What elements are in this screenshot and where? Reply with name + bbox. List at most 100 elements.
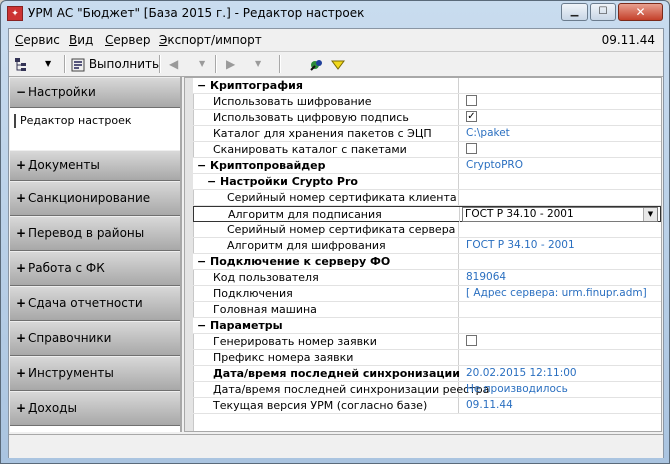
expand-icon: + <box>16 226 27 240</box>
grid-property-row[interactable]: Текущая версия УРМ (согласно базе) 09.11.… <box>193 398 661 414</box>
back-button[interactable]: ◀ <box>169 55 178 73</box>
nav-group-label: Санкционирование <box>28 191 151 205</box>
property-value[interactable] <box>459 350 661 365</box>
property-name: Серийный номер сертификата сервера <box>193 222 459 237</box>
collapse-icon: − <box>16 85 27 99</box>
nav-item-settings-editor[interactable]: Редактор настроек <box>14 114 136 128</box>
grid-property-row[interactable]: Алгоритм для подписания ГОСТ Р 34.10 - 20… <box>193 206 661 222</box>
grid-property-row[interactable]: Дата/время последней синхронизации 20.02.… <box>193 366 661 382</box>
property-name: Сканировать каталог с пакетами <box>193 142 459 157</box>
property-value[interactable]: 20.02.2015 12:11:00 <box>459 366 661 381</box>
title-bar[interactable]: ✦ УРМ АС "Бюджет" [База 2015 г.] - Редак… <box>1 1 669 27</box>
sync-button[interactable] <box>309 55 325 73</box>
nav-group-transfer-districts[interactable]: + Перевод в районы <box>10 216 180 251</box>
close-button[interactable]: ✕ <box>618 3 663 21</box>
menu-export-import[interactable]: Экспорт/импорт <box>159 33 262 47</box>
nav-group-income[interactable]: + Доходы <box>10 391 180 426</box>
nav-group-label: Настройки <box>28 85 96 99</box>
grid-property-row[interactable]: Алгоритм для шифрования ГОСТ Р 34.10 - 20… <box>193 238 661 254</box>
property-checkbox[interactable] <box>466 143 477 154</box>
execute-button[interactable]: Выполнить <box>71 55 159 73</box>
tree-view-button[interactable] <box>14 55 30 73</box>
property-value[interactable] <box>459 302 661 317</box>
navigation-sidebar: − Настройки Редактор настроек + Документы … <box>10 77 182 432</box>
chevron-down-icon[interactable]: ▼ <box>643 208 657 221</box>
property-checkbox[interactable] <box>466 335 477 346</box>
nav-group-documents[interactable]: + Документы <box>10 150 180 181</box>
property-value[interactable]: 09.11.44 <box>459 398 661 413</box>
grid-property-row[interactable]: Подключения [ Адрес сервера: urm.finupr.a… <box>193 286 661 302</box>
grid-property-row[interactable]: Генерировать номер заявки <box>193 334 661 350</box>
client-area: Сервис Вид Сервер Экспорт/импорт 09.11.4… <box>8 28 664 458</box>
toolbar-separator <box>279 55 281 73</box>
execute-label: Выполнить <box>88 57 160 71</box>
algorithm-combobox[interactable]: ГОСТ Р 34.10 - 2001 ▼ <box>462 207 658 222</box>
toolbar-separator <box>64 55 66 73</box>
grid-category-row[interactable]: − Подключение к серверу ФО <box>193 254 661 270</box>
grid-category-row[interactable]: − Параметры <box>193 318 661 334</box>
grid-category-row[interactable]: − Криптопровайдер CryptoPRO <box>193 158 661 174</box>
property-checkbox[interactable] <box>466 95 477 106</box>
menu-bar: Сервис Вид Сервер Экспорт/импорт 09.11.4… <box>9 29 663 52</box>
property-value[interactable] <box>459 94 661 109</box>
grid-property-row[interactable]: Дата/время последней синхронизации реест… <box>193 382 661 398</box>
property-value[interactable]: ГОСТ Р 34.10 - 2001 <box>459 238 661 253</box>
nav-group-sanction[interactable]: + Санкционирование <box>10 181 180 216</box>
property-value[interactable]: [ Адрес сервера: urm.finupr.adm] <box>459 286 661 301</box>
property-value[interactable]: Не производилось <box>459 382 661 397</box>
grid-property-row[interactable]: Серийный номер сертификата сервера <box>193 222 661 238</box>
back-dropdown[interactable]: ▼ <box>199 55 205 73</box>
property-value[interactable] <box>459 190 661 205</box>
property-value[interactable]: ✓ <box>459 110 661 125</box>
nav-group-reporting[interactable]: + Сдача отчетности <box>10 286 180 321</box>
nav-group-label: Перевод в районы <box>28 226 145 240</box>
menu-service[interactable]: Сервис <box>15 33 60 47</box>
minimize-button[interactable]: ▁ <box>561 3 588 21</box>
forward-dropdown[interactable]: ▼ <box>255 55 261 73</box>
property-name: Подключения <box>193 286 459 301</box>
grid-property-row[interactable]: Префикс номера заявки <box>193 350 661 366</box>
nav-group-settings[interactable]: − Настройки <box>10 77 180 108</box>
property-value[interactable] <box>459 222 661 237</box>
property-value[interactable] <box>459 318 661 333</box>
menu-view[interactable]: Вид <box>69 33 93 47</box>
property-value[interactable]: C:\paket <box>459 126 661 141</box>
app-window: ✦ УРМ АС "Бюджет" [База 2015 г.] - Редак… <box>0 0 670 464</box>
nav-group-tools[interactable]: + Инструменты <box>10 356 180 391</box>
grid-property-row[interactable]: Использовать шифрование <box>193 94 661 110</box>
grid-property-row[interactable]: Головная машина <box>193 302 661 318</box>
maximize-button[interactable]: ☐ <box>590 3 616 21</box>
property-value[interactable] <box>459 174 661 189</box>
property-name: Использовать цифровую подпись <box>193 110 459 125</box>
property-value[interactable]: 819064 <box>459 270 661 285</box>
property-value-text: ГОСТ Р 34.10 - 2001 <box>466 239 575 251</box>
nav-group-fk-work[interactable]: + Работа с ФК <box>10 251 180 286</box>
property-value[interactable] <box>459 142 661 157</box>
filter-button[interactable] <box>331 55 345 73</box>
nav-group-label: Сдача отчетности <box>28 296 143 310</box>
forward-button[interactable]: ▶ <box>226 55 235 73</box>
tree-view-dropdown[interactable]: ▼ <box>45 55 51 73</box>
property-name: Использовать шифрование <box>193 94 459 109</box>
property-name: − Криптография <box>193 78 459 93</box>
menu-server[interactable]: Сервер <box>105 33 150 47</box>
nav-group-directories[interactable]: + Справочники <box>10 321 180 356</box>
expand-icon: + <box>16 366 27 380</box>
property-checkbox[interactable]: ✓ <box>466 111 477 122</box>
property-name: Каталог для хранения пакетов с ЭЦП <box>193 126 459 141</box>
nav-group-label: Документы <box>28 158 100 172</box>
property-value[interactable]: ГОСТ Р 34.10 - 2001 ▼ <box>460 207 661 222</box>
expand-icon: + <box>16 331 27 345</box>
grid-property-row[interactable]: Сканировать каталог с пакетами <box>193 142 661 158</box>
grid-property-row[interactable]: Серийный номер сертификата клиента <box>193 190 661 206</box>
property-value[interactable]: CryptoPRO <box>459 158 661 173</box>
grid-category-row[interactable]: − Криптография <box>193 78 661 94</box>
grid-property-row[interactable]: Использовать цифровую подпись ✓ <box>193 110 661 126</box>
property-value[interactable] <box>459 254 661 269</box>
property-value[interactable] <box>459 334 661 349</box>
grid-category-row[interactable]: − Настройки Crypto Pro <box>193 174 661 190</box>
grid-property-row[interactable]: Код пользователя 819064 <box>193 270 661 286</box>
app-icon[interactable]: ✦ <box>7 6 23 21</box>
property-value[interactable] <box>459 78 661 93</box>
grid-property-row[interactable]: Каталог для хранения пакетов с ЭЦП C:\pak… <box>193 126 661 142</box>
